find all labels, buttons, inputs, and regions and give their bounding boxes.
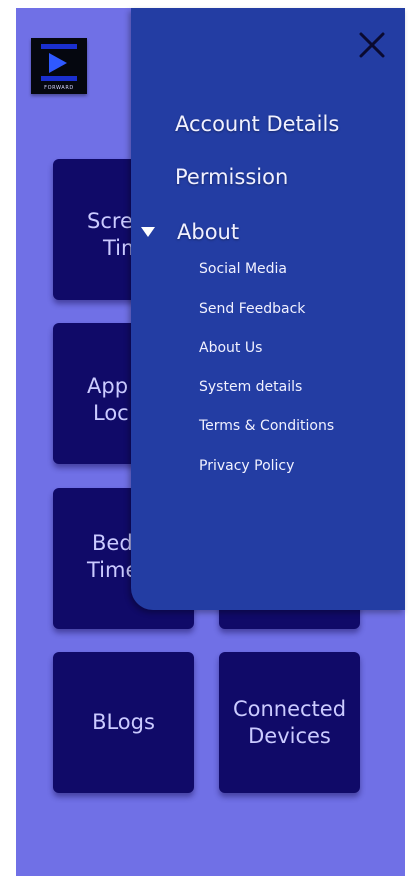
tile-label-line1: App [87,374,129,398]
tile-label-line1: Connected [232,696,347,721]
close-icon[interactable] [357,30,387,60]
tile-blogs[interactable]: BLogs [53,652,194,793]
triangle-down-icon [141,227,155,237]
menu-item-about-label: About [177,220,240,244]
play-icon [49,53,67,73]
menu-item-permission[interactable]: Permission [175,165,288,189]
tile-connected-devices[interactable]: Connected Devices [219,652,360,793]
logo-wordmark: FORWARD [44,85,74,91]
submenu-item-about-us[interactable]: About Us [199,340,262,356]
app-logo: FORWARD [31,38,87,94]
menu-item-account-details[interactable]: Account Details [175,112,339,136]
tile-label-line2: Loc [93,401,129,425]
submenu-item-terms-conditions[interactable]: Terms & Conditions [199,418,334,434]
side-drawer-menu: Account Details Permission About Social … [131,8,405,610]
submenu-item-send-feedback[interactable]: Send Feedback [199,301,305,317]
submenu-item-system-details[interactable]: System details [199,379,302,395]
tile-label: BLogs [92,710,155,734]
menu-item-about[interactable]: About [141,220,239,244]
tile-label-line2: Devices [248,723,331,748]
submenu-item-privacy-policy[interactable]: Privacy Policy [199,458,294,474]
submenu-item-social-media[interactable]: Social Media [199,261,287,277]
logo-bar-bottom [41,76,77,81]
logo-bar-top [41,44,77,49]
